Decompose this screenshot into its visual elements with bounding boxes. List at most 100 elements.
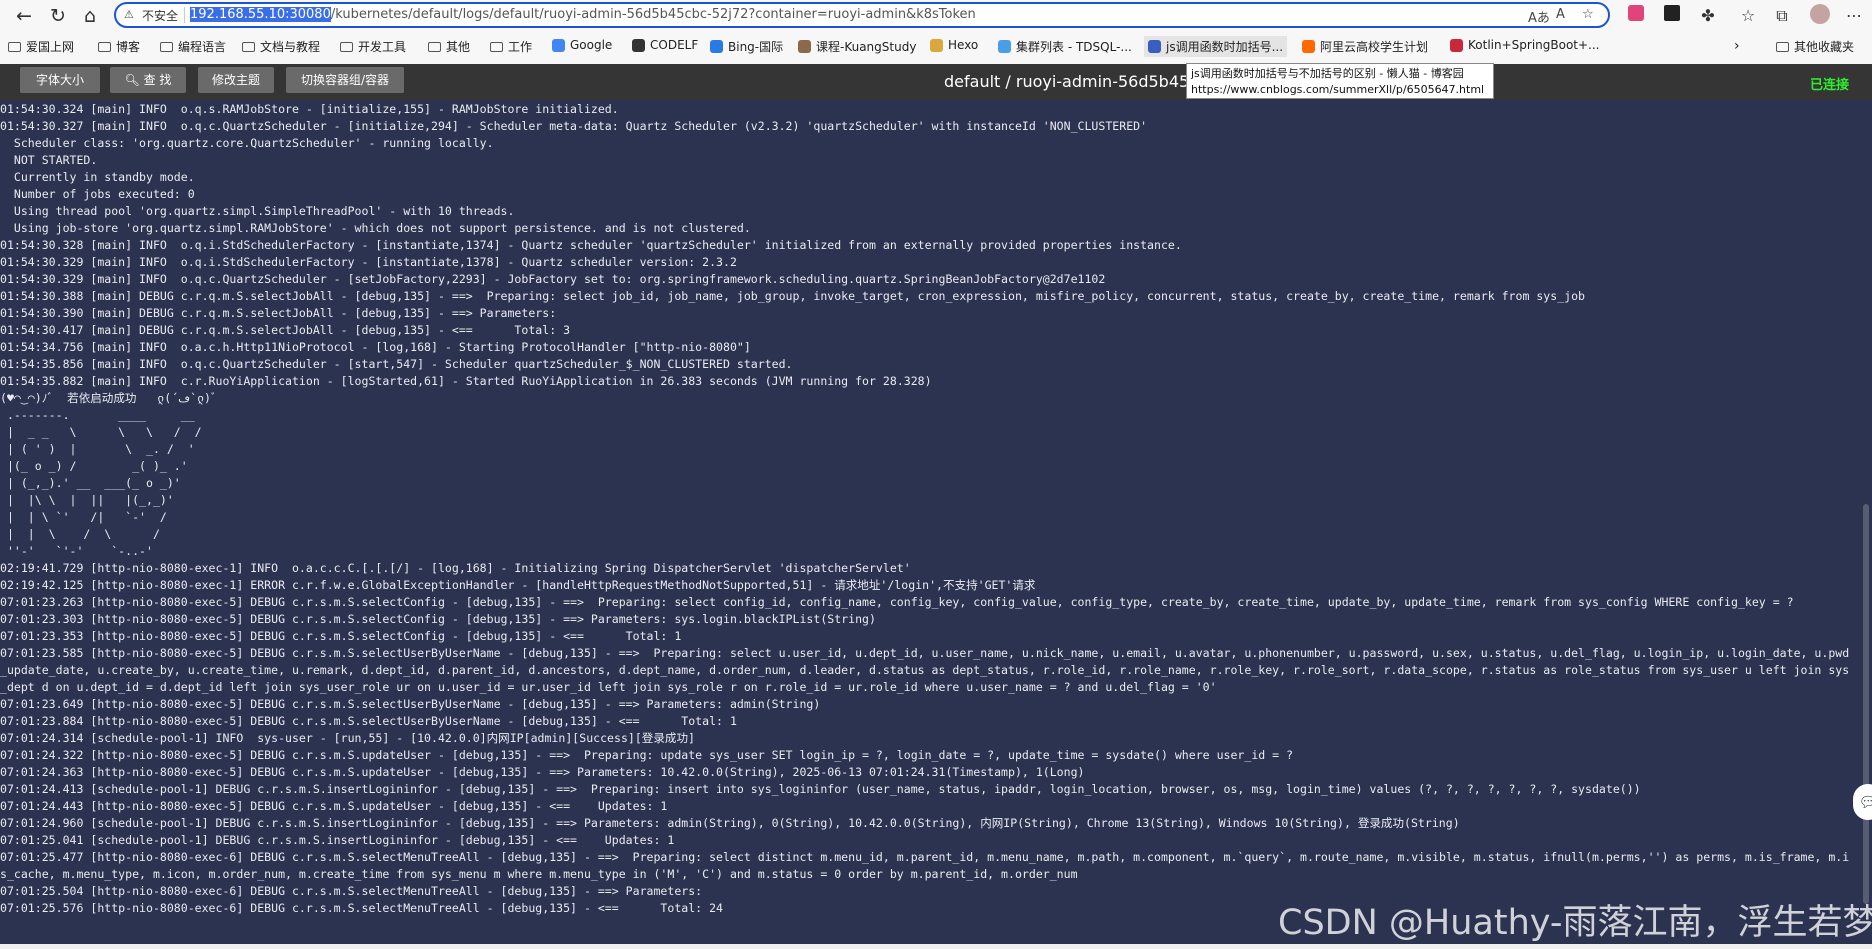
log-line: | ( ' ) | \ _. / ' [0, 442, 195, 456]
log-line: 01:54:30.329 [main] INFO o.q.i.StdSchedu… [0, 255, 737, 269]
collections-icon[interactable]: ⧉ [1770, 4, 1794, 28]
cnblogs-icon [1148, 40, 1161, 53]
log-line: 01:54:30.329 [main] INFO o.q.c.QuartzSch… [0, 272, 1106, 286]
bookmark-label: 工作 [508, 40, 533, 54]
log-line: | (_,_).' __ ___(_ o _)' [0, 476, 181, 490]
log-line: Using thread pool 'org.quartz.simpl.Simp… [0, 204, 515, 218]
log-toolbar: 字体大小 🔍︎ 查 找 修改主题 切换容器组/容器 default / ruoy… [0, 64, 1872, 100]
bookmark-folder[interactable]: 博客 [98, 38, 140, 55]
font-size-button[interactable]: 字体大小 [20, 67, 100, 93]
log-line: 07:01:23.303 [http-nio-8080-exec-5] DEBU… [0, 612, 876, 626]
log-output[interactable]: 01:54:30.324 [main] INFO o.q.s.RAMJobSto… [0, 101, 1858, 945]
search-icon: 🔍︎ [124, 73, 144, 87]
url-path: /kubernetes/default/logs/default/ruoyi-a… [330, 7, 976, 22]
bookmark-kotlin[interactable]: Kotlin+SpringBoot+... [1450, 38, 1600, 52]
home-icon[interactable]: ⌂ [76, 3, 104, 29]
bookmark-label: Kotlin+SpringBoot+... [1468, 38, 1600, 52]
folder-icon [428, 41, 441, 52]
scrollbar-thumb[interactable] [1863, 504, 1869, 904]
bookmark-folder[interactable]: 编程语言 [160, 38, 226, 55]
bookmark-label: 文档与教程 [260, 40, 321, 54]
bookmark-folder[interactable]: 工作 [490, 38, 532, 55]
bookmark-codelf[interactable]: CODELF [632, 38, 698, 52]
bookmark-kuangstudy[interactable]: 课程-KuangStudy [798, 38, 916, 55]
read-aloud-icon[interactable]: Aあ [1528, 7, 1550, 26]
bookmark-hexo[interactable]: Hexo [930, 38, 978, 52]
tooltip-title: js调用函数时加括号与不加括号的区别 - 懒人猫 - 博客园 [1191, 67, 1464, 80]
extension-icon[interactable] [1624, 4, 1648, 28]
log-line: 02:19:41.729 [http-nio-8080-exec-1] INFO… [0, 561, 911, 575]
security-label: 不安全 [142, 9, 179, 23]
bookmark-tooltip: js调用函数时加括号与不加括号的区别 - 懒人猫 - 博客园 https://w… [1186, 63, 1494, 99]
bookmark-label: Bing-国际 [728, 40, 784, 54]
bookmark-label: 其他 [446, 40, 471, 54]
favorite-star-icon[interactable]: ☆ [1582, 7, 1594, 22]
folder-icon [242, 41, 255, 52]
bookmark-bing[interactable]: Bing-国际 [710, 38, 783, 55]
bookmark-label: 爱国上网 [26, 40, 75, 54]
bottom-border [0, 944, 1872, 949]
bookmark-cnblogs[interactable]: js调用函数时加括号... [1144, 36, 1288, 57]
bookmark-folder[interactable]: 文档与教程 [242, 38, 320, 55]
folder-icon [160, 41, 173, 52]
bookmark-label: 集群列表 - TDSQL-... [1016, 40, 1132, 54]
change-theme-button[interactable]: 修改主题 [198, 67, 274, 93]
extension-u-icon[interactable] [1660, 4, 1684, 28]
puzzle-icon[interactable]: ✤ [1696, 4, 1720, 28]
chat-bubble-icon[interactable]: 💬︎ [1853, 784, 1872, 820]
bookmark-folder[interactable]: 爱国上网 [8, 38, 74, 55]
log-line: 07:01:24.960 [schedule-pool-1] DEBUG c.r… [0, 816, 1460, 830]
bookmark-label: 编程语言 [178, 40, 227, 54]
bookmark-label: js调用函数时加括号... [1166, 40, 1284, 54]
bookmark-folder[interactable]: 开发工具 [340, 38, 406, 55]
address-bar[interactable]: ⚠ 不安全 192.168.55.10:30080/kubernetes/def… [114, 2, 1610, 28]
log-line: | _ _ \ \ \ / / [0, 425, 202, 439]
favorites-icon[interactable]: ☆ [1736, 4, 1760, 28]
watermark: CSDN @Huathy-雨落江南，浮生若梦 [1278, 903, 1872, 943]
back-icon[interactable]: ← [10, 3, 38, 29]
profile-avatar[interactable] [1808, 4, 1832, 28]
bookmark-folder[interactable]: 其他 [428, 38, 470, 55]
log-line: .-------. ____ __ [0, 408, 195, 422]
folder-icon [98, 41, 111, 52]
bookmark-aliyun[interactable]: 阿里云高校学生计划 [1302, 38, 1428, 55]
folder-icon [8, 41, 21, 52]
bookmarks-overflow-icon[interactable]: › [1734, 38, 1740, 54]
other-favorites-folder[interactable]: 其他收藏夹 [1776, 38, 1854, 55]
address-separator [184, 7, 185, 23]
refresh-icon[interactable]: ↻ [44, 3, 72, 29]
log-line: Currently in standby mode. [0, 170, 195, 184]
tooltip-url: https://www.cnblogs.com/summerXll/p/6505… [1191, 83, 1485, 96]
log-line: _dept d on u.dept_id = d.dept_id left jo… [0, 680, 1217, 694]
log-line: 01:54:30.327 [main] INFO o.q.c.QuartzSch… [0, 119, 1148, 133]
bookmark-tdsql[interactable]: 集群列表 - TDSQL-... [998, 38, 1132, 55]
log-line: Scheduler class: 'org.quartz.core.Quartz… [0, 136, 494, 150]
log-line: 01:54:35.856 [main] INFO o.q.c.QuartzSch… [0, 357, 793, 371]
immersive-reader-icon[interactable]: A [1556, 7, 1565, 22]
log-line: _update_date, u.create_by, u.create_time… [0, 663, 1850, 677]
log-line: | | \ / \ / [0, 527, 160, 541]
log-line: 07:01:23.649 [http-nio-8080-exec-5] DEBU… [0, 697, 821, 711]
more-icon[interactable]: ⋯ [1842, 4, 1866, 28]
log-line: Number of jobs executed: 0 [0, 187, 195, 201]
url-text[interactable]: 192.168.55.10:30080/kubernetes/default/l… [190, 7, 976, 22]
bookmark-label: 阿里云高校学生计划 [1320, 40, 1429, 54]
bookmark-label: Hexo [948, 38, 979, 52]
bookmark-label: Google [570, 38, 613, 52]
log-line: NOT STARTED. [0, 153, 98, 167]
log-line: 07:01:24.413 [schedule-pool-1] DEBUG c.r… [0, 782, 1641, 796]
search-button[interactable]: 🔍︎ 查 找 [110, 67, 186, 93]
bookmark-google[interactable]: Google [552, 38, 612, 52]
log-line: 07:01:25.477 [http-nio-8080-exec-6] DEBU… [0, 850, 1850, 864]
connection-status: 已连接 [1810, 78, 1850, 93]
log-line: 01:54:30.390 [main] DEBUG c.r.q.m.S.sele… [0, 306, 564, 320]
log-line: 01:54:30.417 [main] DEBUG c.r.q.m.S.sele… [0, 323, 571, 337]
switch-container-button[interactable]: 切换容器组/容器 [286, 67, 404, 93]
folder-icon [490, 41, 503, 52]
log-line: 01:54:35.882 [main] INFO c.r.RuoYiApplic… [0, 374, 932, 388]
log-line: Using job-store 'org.quartz.simpl.RAMJob… [0, 221, 751, 235]
log-line: |(_ o _) / _( )_ .' [0, 459, 188, 473]
codelf-icon [632, 38, 645, 52]
log-line: 01:54:34.756 [main] INFO o.a.c.h.Http11N… [0, 340, 751, 354]
log-line: | | \ `' /| `-' / [0, 510, 167, 524]
